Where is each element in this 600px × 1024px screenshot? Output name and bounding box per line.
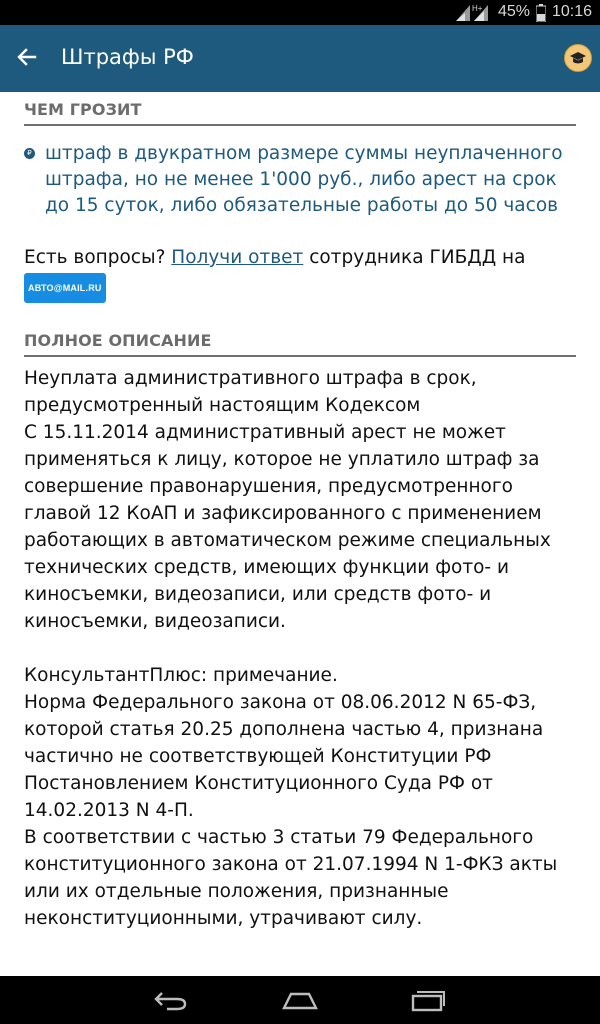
content-area: ЧЕМ ГРОЗИТ ₽ штраф в двукратном размере …	[24, 92, 576, 932]
threat-section-header: ЧЕМ ГРОЗИТ	[24, 100, 576, 126]
graduation-cap-icon[interactable]	[564, 44, 592, 72]
recents-nav-icon[interactable]	[410, 988, 446, 1016]
ruble-icon: ₽	[24, 148, 35, 159]
app-bar: Штрафы РФ	[0, 25, 600, 92]
navigation-bar	[0, 976, 600, 1024]
svg-text:H+: H+	[472, 4, 483, 13]
questions-suffix: сотрудника ГИБДД на	[309, 247, 526, 268]
questions-line: Есть вопросы? Получи ответ сотрудника ГИ…	[24, 245, 576, 303]
status-bar: H+ 45% 10:16	[0, 0, 600, 25]
auto-mail-ru-logo[interactable]: АВТО@MAIL.RU	[24, 273, 106, 303]
get-answer-link[interactable]: Получи ответ	[171, 247, 303, 268]
questions-prefix: Есть вопросы?	[24, 247, 166, 268]
arrow-left-icon[interactable]	[16, 46, 38, 72]
punishment-text: штраф в двукратном размере суммы неуплач…	[45, 143, 563, 216]
back-nav-icon[interactable]	[153, 988, 189, 1016]
signal-icon: H+	[456, 3, 494, 27]
page-title: Штрафы РФ	[61, 45, 194, 69]
home-nav-icon[interactable]	[281, 988, 319, 1016]
clock: 10:16	[552, 3, 593, 20]
battery-percent: 45%	[498, 3, 531, 20]
battery-icon	[535, 4, 547, 26]
description-text: Неуплата административного штрафа в срок…	[24, 368, 558, 929]
description-section-header: ПОЛНОЕ ОПИСАНИЕ	[24, 331, 576, 357]
punishment-item: ₽ штраф в двукратном размере суммы неупл…	[24, 141, 576, 219]
